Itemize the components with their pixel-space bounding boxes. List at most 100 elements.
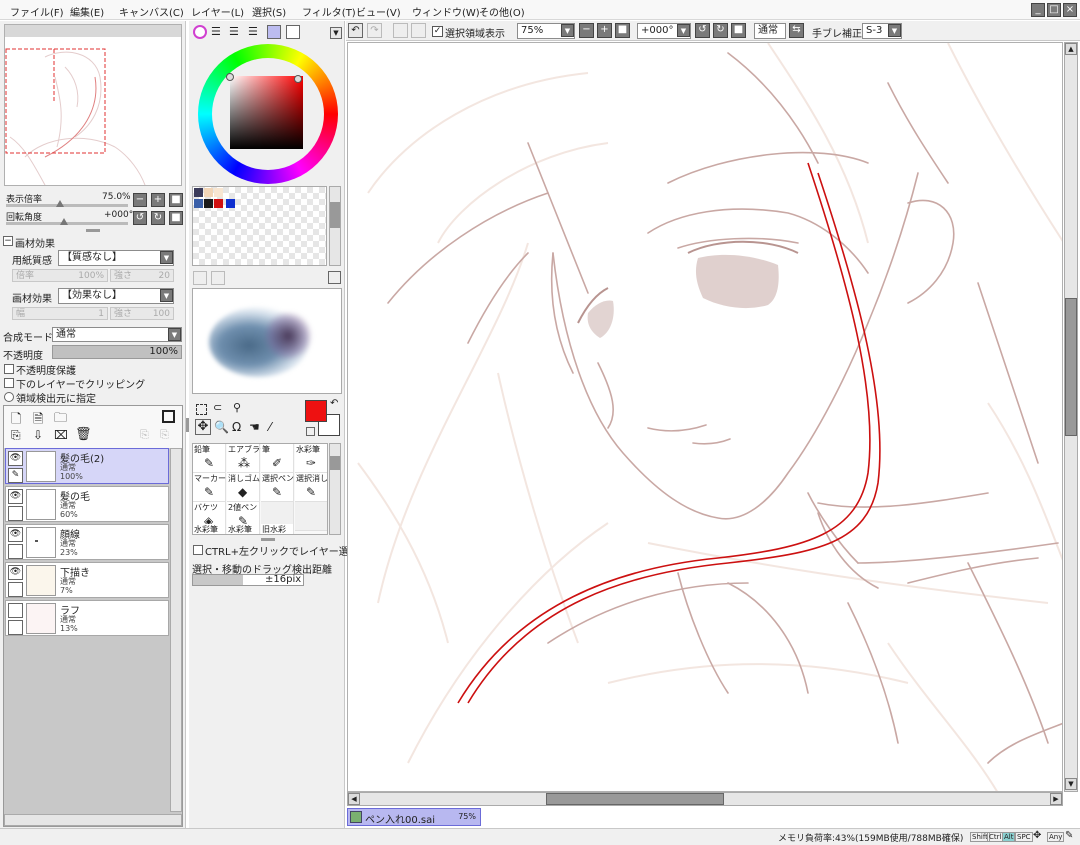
redo-icon[interactable]: ↷: [367, 23, 382, 38]
document-tab[interactable]: ペン入れ00.sai 75%: [347, 808, 481, 826]
menu-select[interactable]: 選択(S): [252, 4, 286, 19]
opacity-slider[interactable]: 100%: [52, 345, 182, 359]
brush-grid-scrollbar-thumb[interactable]: [330, 456, 340, 470]
swap-colors-icon[interactable]: ↶: [330, 398, 338, 409]
tool-airbrush[interactable]: エアブラシ ⁂: [227, 444, 268, 473]
swatch[interactable]: [204, 188, 213, 197]
merge-down-icon[interactable]: ⇩: [33, 428, 43, 442]
hand-tool-icon[interactable]: ☚: [249, 420, 260, 434]
brush-effect-dropdown-icon[interactable]: ▼: [160, 289, 173, 302]
canvas-vscroll-down-icon[interactable]: ▼: [1065, 778, 1077, 790]
move-icon[interactable]: ✥: [195, 419, 211, 435]
swatch[interactable]: [214, 188, 223, 197]
menu-other[interactable]: その他(O): [479, 4, 525, 19]
rotate-tool-icon[interactable]: Ω: [232, 420, 241, 434]
rotation-slider-thumb[interactable]: [60, 218, 68, 225]
layer-item[interactable]: 👁 顔線 通常 23%: [5, 524, 169, 560]
swatch[interactable]: [194, 199, 203, 208]
visibility-eye-icon[interactable]: 👁: [8, 451, 23, 466]
tool-empty-slot[interactable]: [295, 502, 327, 531]
panel-splitter[interactable]: [86, 229, 100, 232]
menu-edit[interactable]: 編集(E): [70, 4, 104, 19]
canvas-hscroll-right-icon[interactable]: ▶: [1050, 793, 1062, 805]
zoom-slider[interactable]: [6, 204, 128, 207]
invert-selection-icon[interactable]: [411, 23, 426, 38]
swatch-grid[interactable]: [192, 186, 327, 266]
deselect-icon[interactable]: [393, 23, 408, 38]
menu-filter[interactable]: フィルタ(T): [302, 4, 356, 19]
swatch-scrollbar-thumb[interactable]: [330, 202, 340, 228]
canvas-area[interactable]: [347, 42, 1063, 792]
swatch[interactable]: [194, 188, 203, 197]
rotate-right-button[interactable]: ↻: [151, 211, 165, 225]
layer-select-checkbox[interactable]: [8, 544, 23, 559]
toolbar-rotate-right-button[interactable]: ↻: [713, 23, 728, 38]
minimize-button[interactable]: _: [1031, 3, 1045, 17]
stabilizer-dropdown-icon[interactable]: ▼: [888, 24, 901, 37]
drag-distance-slider[interactable]: ±16pix: [192, 574, 304, 586]
magic-wand-icon[interactable]: ⚲: [233, 401, 241, 414]
clear-layer-icon[interactable]: ⌧: [54, 428, 68, 442]
swatch[interactable]: [226, 199, 235, 208]
scratchpad-undo-icon[interactable]: [193, 271, 207, 285]
show-selection-checkbox[interactable]: ✓: [432, 26, 443, 37]
maximize-button[interactable]: □: [1047, 3, 1061, 17]
lasso-icon[interactable]: ⊂: [213, 401, 222, 414]
undo-icon[interactable]: ↶: [348, 23, 363, 38]
toolbar-rotate-reset-button[interactable]: ■: [731, 23, 746, 38]
toolbar-zoom-dropdown-icon[interactable]: ▼: [561, 24, 574, 37]
tool-pencil[interactable]: 鉛筆 ✎: [193, 444, 226, 473]
rect-select-icon[interactable]: [196, 404, 207, 415]
paper-texture-select[interactable]: 【質感なし】: [58, 250, 174, 266]
delete-layer-icon[interactable]: 🗑: [75, 427, 92, 442]
layer-item[interactable]: ラフ 通常 13%: [5, 600, 169, 636]
transparent-color-icon[interactable]: [306, 427, 315, 436]
tool-brush[interactable]: 筆 ✐: [261, 444, 294, 473]
canvas-hscroll-thumb[interactable]: [546, 793, 724, 805]
menu-layer[interactable]: レイヤー(L): [191, 4, 244, 19]
layer-select-checkbox[interactable]: [8, 506, 23, 521]
zoom-reset-button[interactable]: ■: [169, 193, 183, 207]
toolbar-zoom-reset-button[interactable]: ■: [615, 23, 630, 38]
layer-item[interactable]: 👁 下描き 通常 7%: [5, 562, 169, 598]
zoom-slider-thumb[interactable]: [56, 200, 64, 207]
visibility-checkbox[interactable]: [8, 603, 23, 618]
brush-splitter[interactable]: [261, 538, 275, 541]
toolbar-rotate-left-button[interactable]: ↺: [695, 23, 710, 38]
tool-select-pen[interactable]: 選択ペン ✎: [261, 473, 294, 502]
effects-collapse-icon[interactable]: −: [3, 236, 13, 246]
layer-item[interactable]: 👁 ✎ 髪の毛(2) 通常 100%: [5, 448, 169, 484]
panel-scroll-icon[interactable]: ▼: [330, 27, 342, 39]
clipping-checkbox[interactable]: [4, 378, 14, 388]
scratchpad-clear-icon[interactable]: [328, 271, 341, 284]
layer-select-checkbox[interactable]: [8, 620, 23, 635]
primary-color-front[interactable]: [305, 400, 327, 422]
layer-select-checkbox[interactable]: [8, 582, 23, 597]
swatch[interactable]: [214, 199, 223, 208]
layer-scrollbar[interactable]: [170, 448, 182, 812]
eyedropper-icon[interactable]: ⁄: [269, 420, 271, 434]
gradient-tab-icon[interactable]: ☰: [248, 26, 258, 37]
canvas-vscroll-thumb[interactable]: [1065, 298, 1077, 436]
menu-window[interactable]: ウィンドウ(W): [412, 4, 480, 19]
rotate-reset-button[interactable]: ■: [169, 211, 183, 225]
menu-view[interactable]: ビュー(V): [356, 4, 401, 19]
layer-scroll-down-icon[interactable]: ⎘: [160, 428, 169, 442]
toolbar-flip-icon[interactable]: ⇆: [789, 23, 804, 38]
color-square[interactable]: [230, 76, 303, 149]
lock-opacity-checkbox[interactable]: [4, 364, 14, 374]
rotate-left-button[interactable]: ↺: [133, 211, 147, 225]
tool-watercolor-3[interactable]: 水彩筆: [227, 524, 260, 534]
swatch[interactable]: [204, 199, 213, 208]
blend-mode-dropdown-icon[interactable]: ▼: [168, 328, 181, 341]
menu-canvas[interactable]: キャンバス(C): [119, 4, 184, 19]
scratchpad[interactable]: [192, 288, 342, 394]
toolbar-zoom-in-button[interactable]: +: [597, 23, 612, 38]
toolbar-blend-select[interactable]: 通常: [754, 23, 786, 39]
tool-select-eraser[interactable]: 選択消し ✎: [295, 473, 327, 502]
detect-source-radio[interactable]: [4, 392, 14, 402]
ctrl-click-checkbox[interactable]: [193, 545, 203, 555]
swatch-tab-icon[interactable]: [267, 25, 281, 39]
brush-target-icon[interactable]: ✎: [8, 468, 23, 483]
canvas-hscroll-left-icon[interactable]: ◀: [348, 793, 360, 805]
